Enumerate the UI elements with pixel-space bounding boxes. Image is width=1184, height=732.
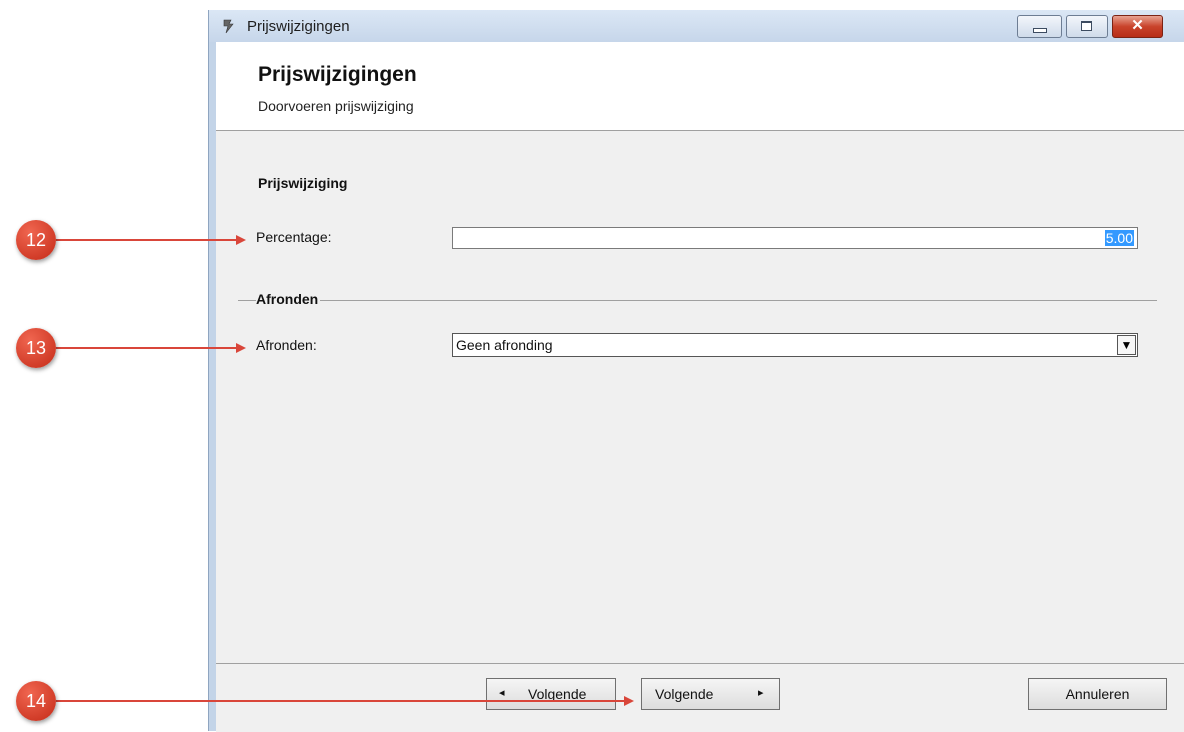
cancel-button-label: Annuleren — [1065, 686, 1130, 702]
dialog-window: Prijswijzigingen ✕ Prijswijzigingen Door… — [208, 10, 1184, 732]
next-button[interactable]: Volgende ▸ — [641, 678, 780, 710]
maximize-icon — [1081, 21, 1092, 31]
close-icon: ✕ — [1131, 17, 1144, 34]
wizard-footer: ◂ Volgende Volgende ▸ Annuleren — [216, 663, 1184, 732]
page-subtitle: Doorvoeren prijswijziging — [258, 98, 414, 114]
afronden-label: Afronden: — [256, 337, 317, 353]
annotation-marker-12: 12 — [16, 220, 56, 260]
afronden-selected-value: Geen afronding — [456, 337, 553, 353]
section-title-prijswijziging: Prijswijziging — [258, 175, 348, 191]
window-title: Prijswijzigingen — [247, 18, 350, 35]
percentage-label: Percentage: — [256, 229, 332, 245]
title-bar[interactable]: Prijswijzigingen ✕ — [209, 10, 1184, 42]
minimize-button[interactable] — [1017, 15, 1062, 38]
wizard-content: Prijswijziging Percentage: 5.00 Afronden… — [216, 131, 1184, 663]
annotation-arrow-12 — [56, 235, 246, 245]
annotation-marker-13: 13 — [16, 328, 56, 368]
annotation-arrow-14 — [56, 696, 634, 706]
percentage-value: 5.00 — [1104, 230, 1134, 246]
previous-button[interactable]: ◂ Volgende — [486, 678, 616, 710]
annotation-marker-14: 14 — [16, 681, 56, 721]
app-logo-icon — [221, 18, 237, 34]
annotation-arrow-13 — [56, 343, 246, 353]
arrow-left-icon: ◂ — [499, 687, 505, 699]
percentage-input[interactable]: 5.00 — [452, 227, 1138, 249]
section-title-afronden: Afronden — [256, 291, 321, 307]
maximize-button[interactable] — [1066, 15, 1108, 38]
cancel-button[interactable]: Annuleren — [1028, 678, 1167, 710]
close-button[interactable]: ✕ — [1112, 15, 1163, 38]
dropdown-arrow-icon[interactable]: ▼ — [1117, 335, 1136, 355]
minimize-icon — [1033, 28, 1047, 33]
wizard-header: Prijswijzigingen Doorvoeren prijswijzigi… — [216, 42, 1184, 131]
page-title: Prijswijzigingen — [258, 63, 417, 86]
next-button-label: Volgende — [655, 686, 714, 702]
group-divider — [238, 300, 1157, 301]
afronden-select[interactable]: Geen afronding ▼ — [452, 333, 1138, 357]
arrow-right-icon: ▸ — [758, 687, 764, 699]
